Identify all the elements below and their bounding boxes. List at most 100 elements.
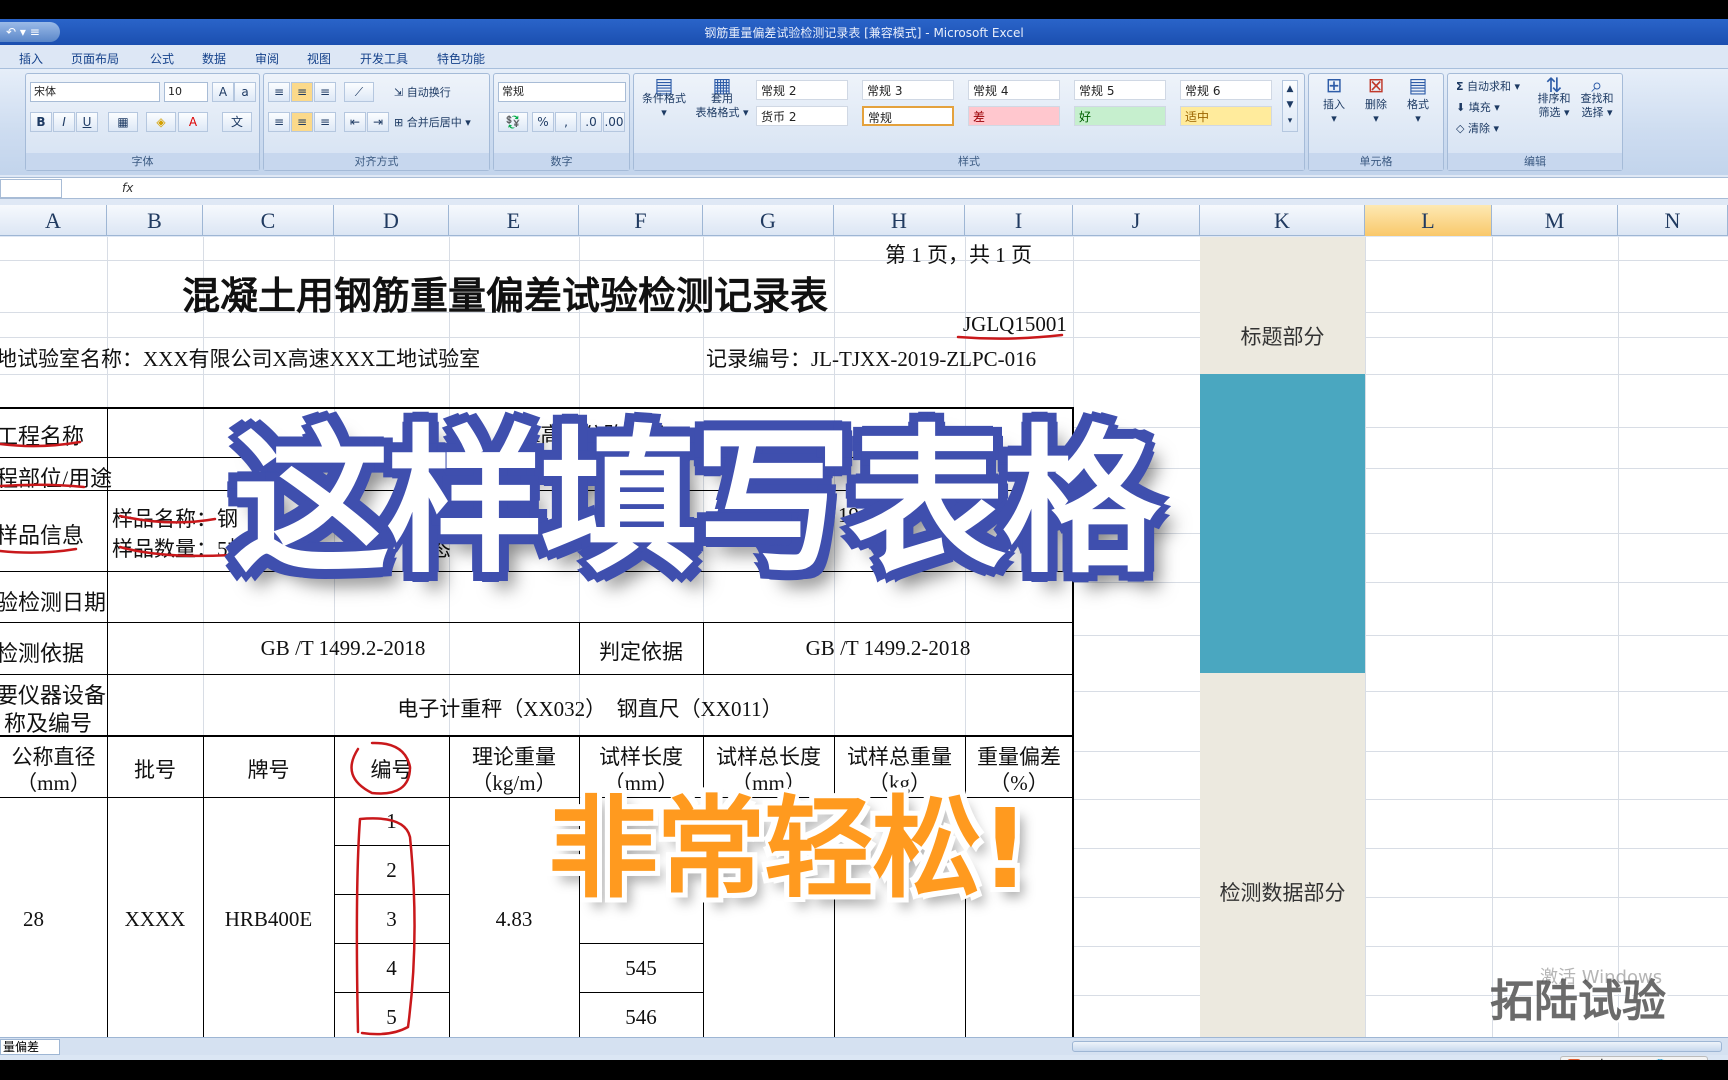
tab-view[interactable]: 视图 bbox=[307, 50, 331, 67]
align-bottom-icon[interactable]: ≡ bbox=[314, 82, 336, 102]
currency-icon[interactable]: 💱 bbox=[498, 112, 528, 132]
ime-toolbar[interactable]: S 中 ☾ 👕 bbox=[1560, 1056, 1708, 1060]
column-header-g[interactable]: G bbox=[703, 205, 834, 236]
alignment-group: ≡ ≡ ≡ ⟋ ⇲ 自动换行 ≡ ≡ ≡ ⇤ ⇥ ⊞ 合并后居中 ▾ 对齐方式 bbox=[263, 73, 490, 171]
tab-data[interactable]: 数据 bbox=[202, 50, 226, 67]
column-header-i[interactable]: I bbox=[965, 205, 1073, 236]
italic-button[interactable]: I bbox=[53, 112, 75, 132]
style-normal[interactable]: 常规 bbox=[862, 106, 954, 126]
column-header-j[interactable]: J bbox=[1073, 205, 1200, 236]
tab-developer[interactable]: 开发工具 bbox=[360, 50, 408, 67]
border-icon[interactable]: ▦ bbox=[108, 112, 138, 132]
column-header-f[interactable]: F bbox=[579, 205, 703, 236]
horizontal-scrollbar[interactable] bbox=[1072, 1041, 1722, 1052]
orientation-icon[interactable]: ⟋ bbox=[344, 82, 374, 102]
increase-decimal-icon[interactable]: .0 bbox=[580, 112, 602, 132]
style-normal-6[interactable]: 常规 6 bbox=[1180, 80, 1272, 100]
editing-group: Σ 自动求和 ▾ ⬇ 填充 ▾ ◇ 清除 ▾ ⇅ 排序和 筛选 ▾ ⌕ 查找和 选择 ▾… bbox=[1447, 73, 1623, 171]
style-normal-3[interactable]: 常规 3 bbox=[862, 80, 954, 100]
fill-color-icon[interactable]: ◈ bbox=[146, 112, 176, 132]
font-group-label: 字体 bbox=[26, 153, 259, 170]
clear-button[interactable]: ◇ 清除 ▾ bbox=[1456, 122, 1499, 136]
name-box[interactable] bbox=[0, 179, 62, 198]
font-color-icon[interactable]: A bbox=[178, 112, 208, 132]
tab-special[interactable]: 特色功能 bbox=[437, 50, 485, 67]
column-header-e[interactable]: E bbox=[449, 205, 579, 236]
tab-formulas[interactable]: 公式 bbox=[150, 50, 174, 67]
brand-watermark: 拓陆试验 bbox=[1490, 976, 1666, 1027]
comma-button[interactable]: , bbox=[555, 112, 577, 132]
fill-button[interactable]: ⬇ 填充 ▾ bbox=[1456, 101, 1500, 115]
conditional-format-button[interactable]: ▤ 条件格式 ▾ bbox=[638, 75, 690, 120]
excel-window: ↶ ▾ ≡ 钢筋重量偏差试验检测记录表 [兼容模式] - Microsoft E… bbox=[0, 19, 1728, 1060]
styles-scroll-icon[interactable]: ▲ ▼ ▾ bbox=[1282, 80, 1298, 132]
style-bad[interactable]: 差 bbox=[968, 106, 1060, 126]
decrease-decimal-icon[interactable]: .00 bbox=[603, 112, 625, 132]
column-header-b[interactable]: B bbox=[107, 205, 203, 236]
phonetic-icon[interactable]: 文 bbox=[222, 112, 252, 132]
column-header-a[interactable]: A bbox=[0, 205, 107, 236]
sort-filter-button[interactable]: ⇅ 排序和 筛选 ▾ bbox=[1534, 75, 1574, 120]
format-as-table-button[interactable]: ▦ 套用 表格格式 ▾ bbox=[692, 75, 752, 120]
info-section-block bbox=[1200, 374, 1365, 673]
align-right-icon[interactable]: ≡ bbox=[314, 112, 336, 132]
shrink-font-button[interactable]: a bbox=[234, 82, 256, 102]
tab-review[interactable]: 审阅 bbox=[255, 50, 279, 67]
fx-icon[interactable]: fx bbox=[122, 181, 133, 195]
tab-insert[interactable]: 插入 bbox=[19, 50, 43, 67]
font-size-select[interactable]: 10 bbox=[164, 82, 208, 102]
formula-bar: fx bbox=[0, 177, 1728, 199]
tab-page-layout[interactable]: 页面布局 bbox=[71, 50, 119, 67]
merge-center-button[interactable]: ⊞ 合并后居中 ▾ bbox=[394, 116, 471, 130]
column-header-l[interactable]: L bbox=[1365, 205, 1492, 236]
cells-group: ⊞ 插入 ▾ ⊠ 删除 ▾ ▤ 格式 ▾ 单元格 bbox=[1308, 73, 1444, 171]
column-header-n[interactable]: N bbox=[1618, 205, 1728, 236]
editing-group-label: 编辑 bbox=[1448, 153, 1622, 170]
column-header-m[interactable]: M bbox=[1492, 205, 1618, 236]
column-header-c[interactable]: C bbox=[203, 205, 334, 236]
align-middle-icon[interactable]: ≡ bbox=[291, 82, 313, 102]
style-normal-5[interactable]: 常规 5 bbox=[1074, 80, 1166, 100]
insert-cells-button[interactable]: ⊞ 插入 ▾ bbox=[1315, 75, 1353, 126]
sogou-icon[interactable]: S bbox=[1567, 1059, 1582, 1060]
sheet-tab-weight[interactable]: 量偏差 bbox=[0, 1039, 61, 1055]
align-left-icon[interactable]: ≡ bbox=[268, 112, 290, 132]
style-currency-2[interactable]: 货币 2 bbox=[756, 106, 848, 126]
moon-icon[interactable]: ☾ bbox=[1625, 1059, 1637, 1060]
bold-button[interactable]: B bbox=[30, 112, 52, 132]
find-select-button[interactable]: ⌕ 查找和 选择 ▾ bbox=[1576, 75, 1618, 120]
delete-cells-button[interactable]: ⊠ 删除 ▾ bbox=[1357, 75, 1395, 126]
number-format-select[interactable]: 常规 bbox=[498, 82, 626, 102]
align-top-icon[interactable]: ≡ bbox=[268, 82, 290, 102]
style-normal-4[interactable]: 常规 4 bbox=[968, 80, 1060, 100]
increase-indent-icon[interactable]: ⇥ bbox=[367, 112, 389, 132]
percent-button[interactable]: % bbox=[532, 112, 554, 132]
style-normal-2[interactable]: 常规 2 bbox=[756, 80, 848, 100]
styles-group: ▤ 条件格式 ▾ ▦ 套用 表格格式 ▾ 常规 2 常规 3 常规 4 常规 5 常规 … bbox=[633, 73, 1305, 171]
style-neutral[interactable]: 适中 bbox=[1180, 106, 1272, 126]
side-title-label: 标题部分 bbox=[1240, 325, 1325, 349]
column-headers: A B C D E F G H I J K L M N bbox=[0, 205, 1728, 236]
styles-group-label: 样式 bbox=[634, 153, 1304, 170]
column-header-h[interactable]: H bbox=[834, 205, 965, 236]
grow-font-button[interactable]: A bbox=[212, 82, 234, 102]
column-header-d[interactable]: D bbox=[334, 205, 449, 236]
window-title: 钢筋重量偏差试验检测记录表 [兼容模式] - Microsoft Excel bbox=[704, 26, 1024, 40]
font-group: 宋体 10 A a B I U ▦ ◈ A 文 字体 bbox=[25, 73, 260, 171]
sheet-tab-bar: 量偏差 bbox=[0, 1037, 1728, 1055]
ime-mode[interactable]: 中 bbox=[1595, 1059, 1608, 1060]
title-bar: ↶ ▾ ≡ 钢筋重量偏差试验检测记录表 [兼容模式] - Microsoft E… bbox=[0, 19, 1728, 45]
status-bar: S 中 ☾ 👕 bbox=[0, 1055, 1728, 1060]
headline-overlay: 这样填写表格 bbox=[232, 411, 1160, 595]
decrease-indent-icon[interactable]: ⇤ bbox=[344, 112, 366, 132]
cells-group-label: 单元格 bbox=[1309, 153, 1443, 170]
wrap-text-button[interactable]: ⇲ 自动换行 bbox=[394, 86, 451, 100]
column-header-k[interactable]: K bbox=[1200, 205, 1365, 236]
shirt-icon[interactable]: 👕 bbox=[1652, 1059, 1668, 1060]
align-center-icon[interactable]: ≡ bbox=[291, 112, 313, 132]
autosum-button[interactable]: Σ 自动求和 ▾ bbox=[1456, 80, 1520, 94]
font-name-select[interactable]: 宋体 bbox=[30, 82, 160, 102]
format-cells-button[interactable]: ▤ 格式 ▾ bbox=[1399, 75, 1437, 126]
underline-button[interactable]: U bbox=[76, 112, 98, 132]
style-good[interactable]: 好 bbox=[1074, 106, 1166, 126]
